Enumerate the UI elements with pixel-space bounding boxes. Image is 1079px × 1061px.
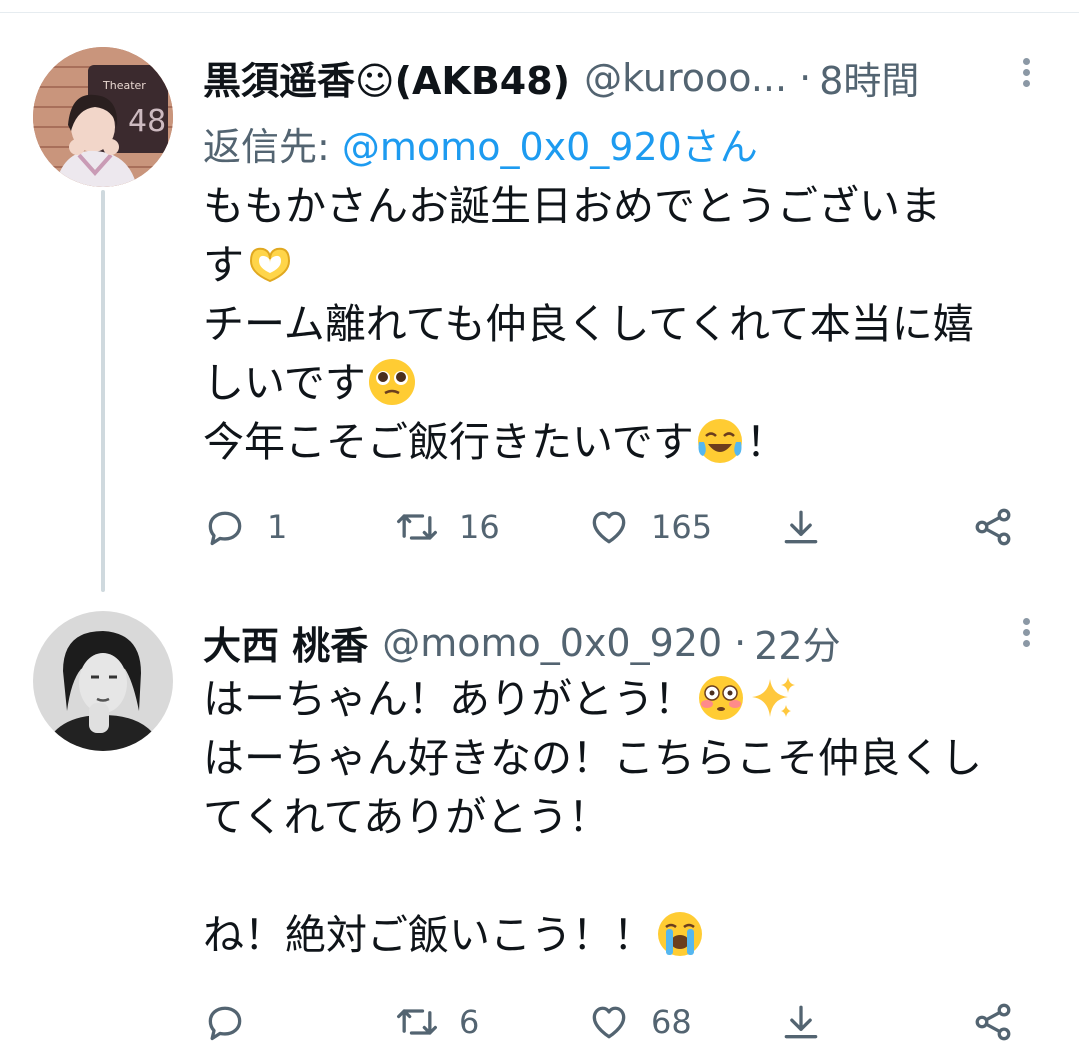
tweet-line: はーちゃん好きなの！こちらこそ仲良くし (203, 734, 982, 782)
retweet-count: 6 (459, 1003, 480, 1041)
retweet-count: 16 (459, 508, 500, 546)
tweet-line: はーちゃん！ありがとう！ (203, 675, 695, 723)
tweet-line: ！ (745, 418, 787, 466)
retweet-button[interactable]: 6 (395, 997, 479, 1047)
tweet-line: ももかさんお誕生日おめでとうございま (203, 182, 941, 230)
timestamp[interactable]: 8時間 (819, 50, 919, 105)
tears-of-joy-emoji (697, 419, 742, 463)
like-count: 68 (651, 1003, 692, 1041)
share-icon (975, 508, 1011, 546)
share-icon (975, 1003, 1011, 1041)
loudly-crying-face-emoji (658, 912, 702, 956)
retweet-icon (397, 1009, 437, 1035)
flushed-face-emoji (699, 676, 743, 720)
tweet-text: ももかさんお誕生日おめでとうございま す チーム離れても仲良くしてくれて本当に嬉… (203, 177, 974, 472)
tweet-line: 今年こそご飯行きたいです (203, 418, 694, 466)
like-count: 165 (651, 508, 713, 546)
avatar[interactable] (33, 611, 173, 751)
like-icon (592, 511, 626, 544)
top-divider (0, 12, 1079, 13)
thread-connector-line (101, 190, 105, 592)
separator-dot: · (734, 620, 747, 665)
sparkles-emoji (752, 677, 795, 717)
heart-hands-emoji (249, 247, 291, 283)
tweet-line: しいです (203, 359, 366, 407)
display-name[interactable]: 大西 桃香 (203, 615, 368, 670)
user-handle[interactable]: @kurooo... (584, 56, 787, 100)
reply-button[interactable] (203, 997, 267, 1047)
tweet-header: 黒須遥香☺(AKB48) @kurooo... · 8時間 (203, 50, 919, 105)
reply-to-mention[interactable]: @momo_0x0_920さん (342, 125, 758, 169)
timestamp[interactable]: 22分 (754, 615, 840, 670)
like-button[interactable]: 165 (587, 502, 712, 552)
svg-text:48: 48 (128, 104, 166, 139)
retweet-button[interactable]: 16 (395, 502, 500, 552)
share-button[interactable] (971, 502, 1015, 552)
like-icon (592, 1006, 626, 1039)
share-button[interactable] (971, 997, 1015, 1047)
like-button[interactable]: 68 (587, 997, 692, 1047)
user-handle[interactable]: @momo_0x0_920 (382, 621, 722, 665)
send-icon (784, 510, 818, 544)
reply-to-label: 返信先: (203, 125, 330, 169)
display-name[interactable]: 黒須遥香☺(AKB48) (203, 50, 570, 105)
reply-count: 1 (267, 508, 288, 546)
tweet-line: す (203, 241, 244, 289)
reply-to-line: 返信先: @momo_0x0_920さん (203, 116, 758, 171)
send-icon (784, 1005, 818, 1039)
tweet-line: てくれてありがとう！ (203, 793, 610, 841)
tweet-actions: 1 16 165 (203, 502, 1023, 552)
svg-text:Theater: Theater (102, 79, 146, 92)
more-icon[interactable] (1021, 618, 1031, 651)
tweet-line: チーム離れても仲良くしてくれて本当に嬉 (203, 300, 974, 348)
separator-dot: · (799, 55, 812, 100)
retweet-icon (397, 514, 437, 540)
reply-button[interactable]: 1 (203, 502, 287, 552)
tweet-text: はーちゃん！ありがとう！ はーちゃん好きなの！こちらこそ仲良くし てくれてありが… (203, 670, 982, 965)
tweet-line: ね！絶対ご飯いこう！！ (203, 911, 654, 959)
reply-icon (208, 511, 242, 546)
tweet-header: 大西 桃香 @momo_0x0_920 · 22分 (203, 615, 841, 670)
tweet-actions: 6 68 (203, 997, 1023, 1047)
send-button[interactable] (779, 502, 823, 552)
send-button[interactable] (779, 997, 823, 1047)
more-icon[interactable] (1021, 58, 1031, 91)
reply-icon (208, 1006, 242, 1041)
pleading-face-emoji (368, 359, 415, 405)
avatar[interactable]: Theater 48 (33, 47, 173, 187)
